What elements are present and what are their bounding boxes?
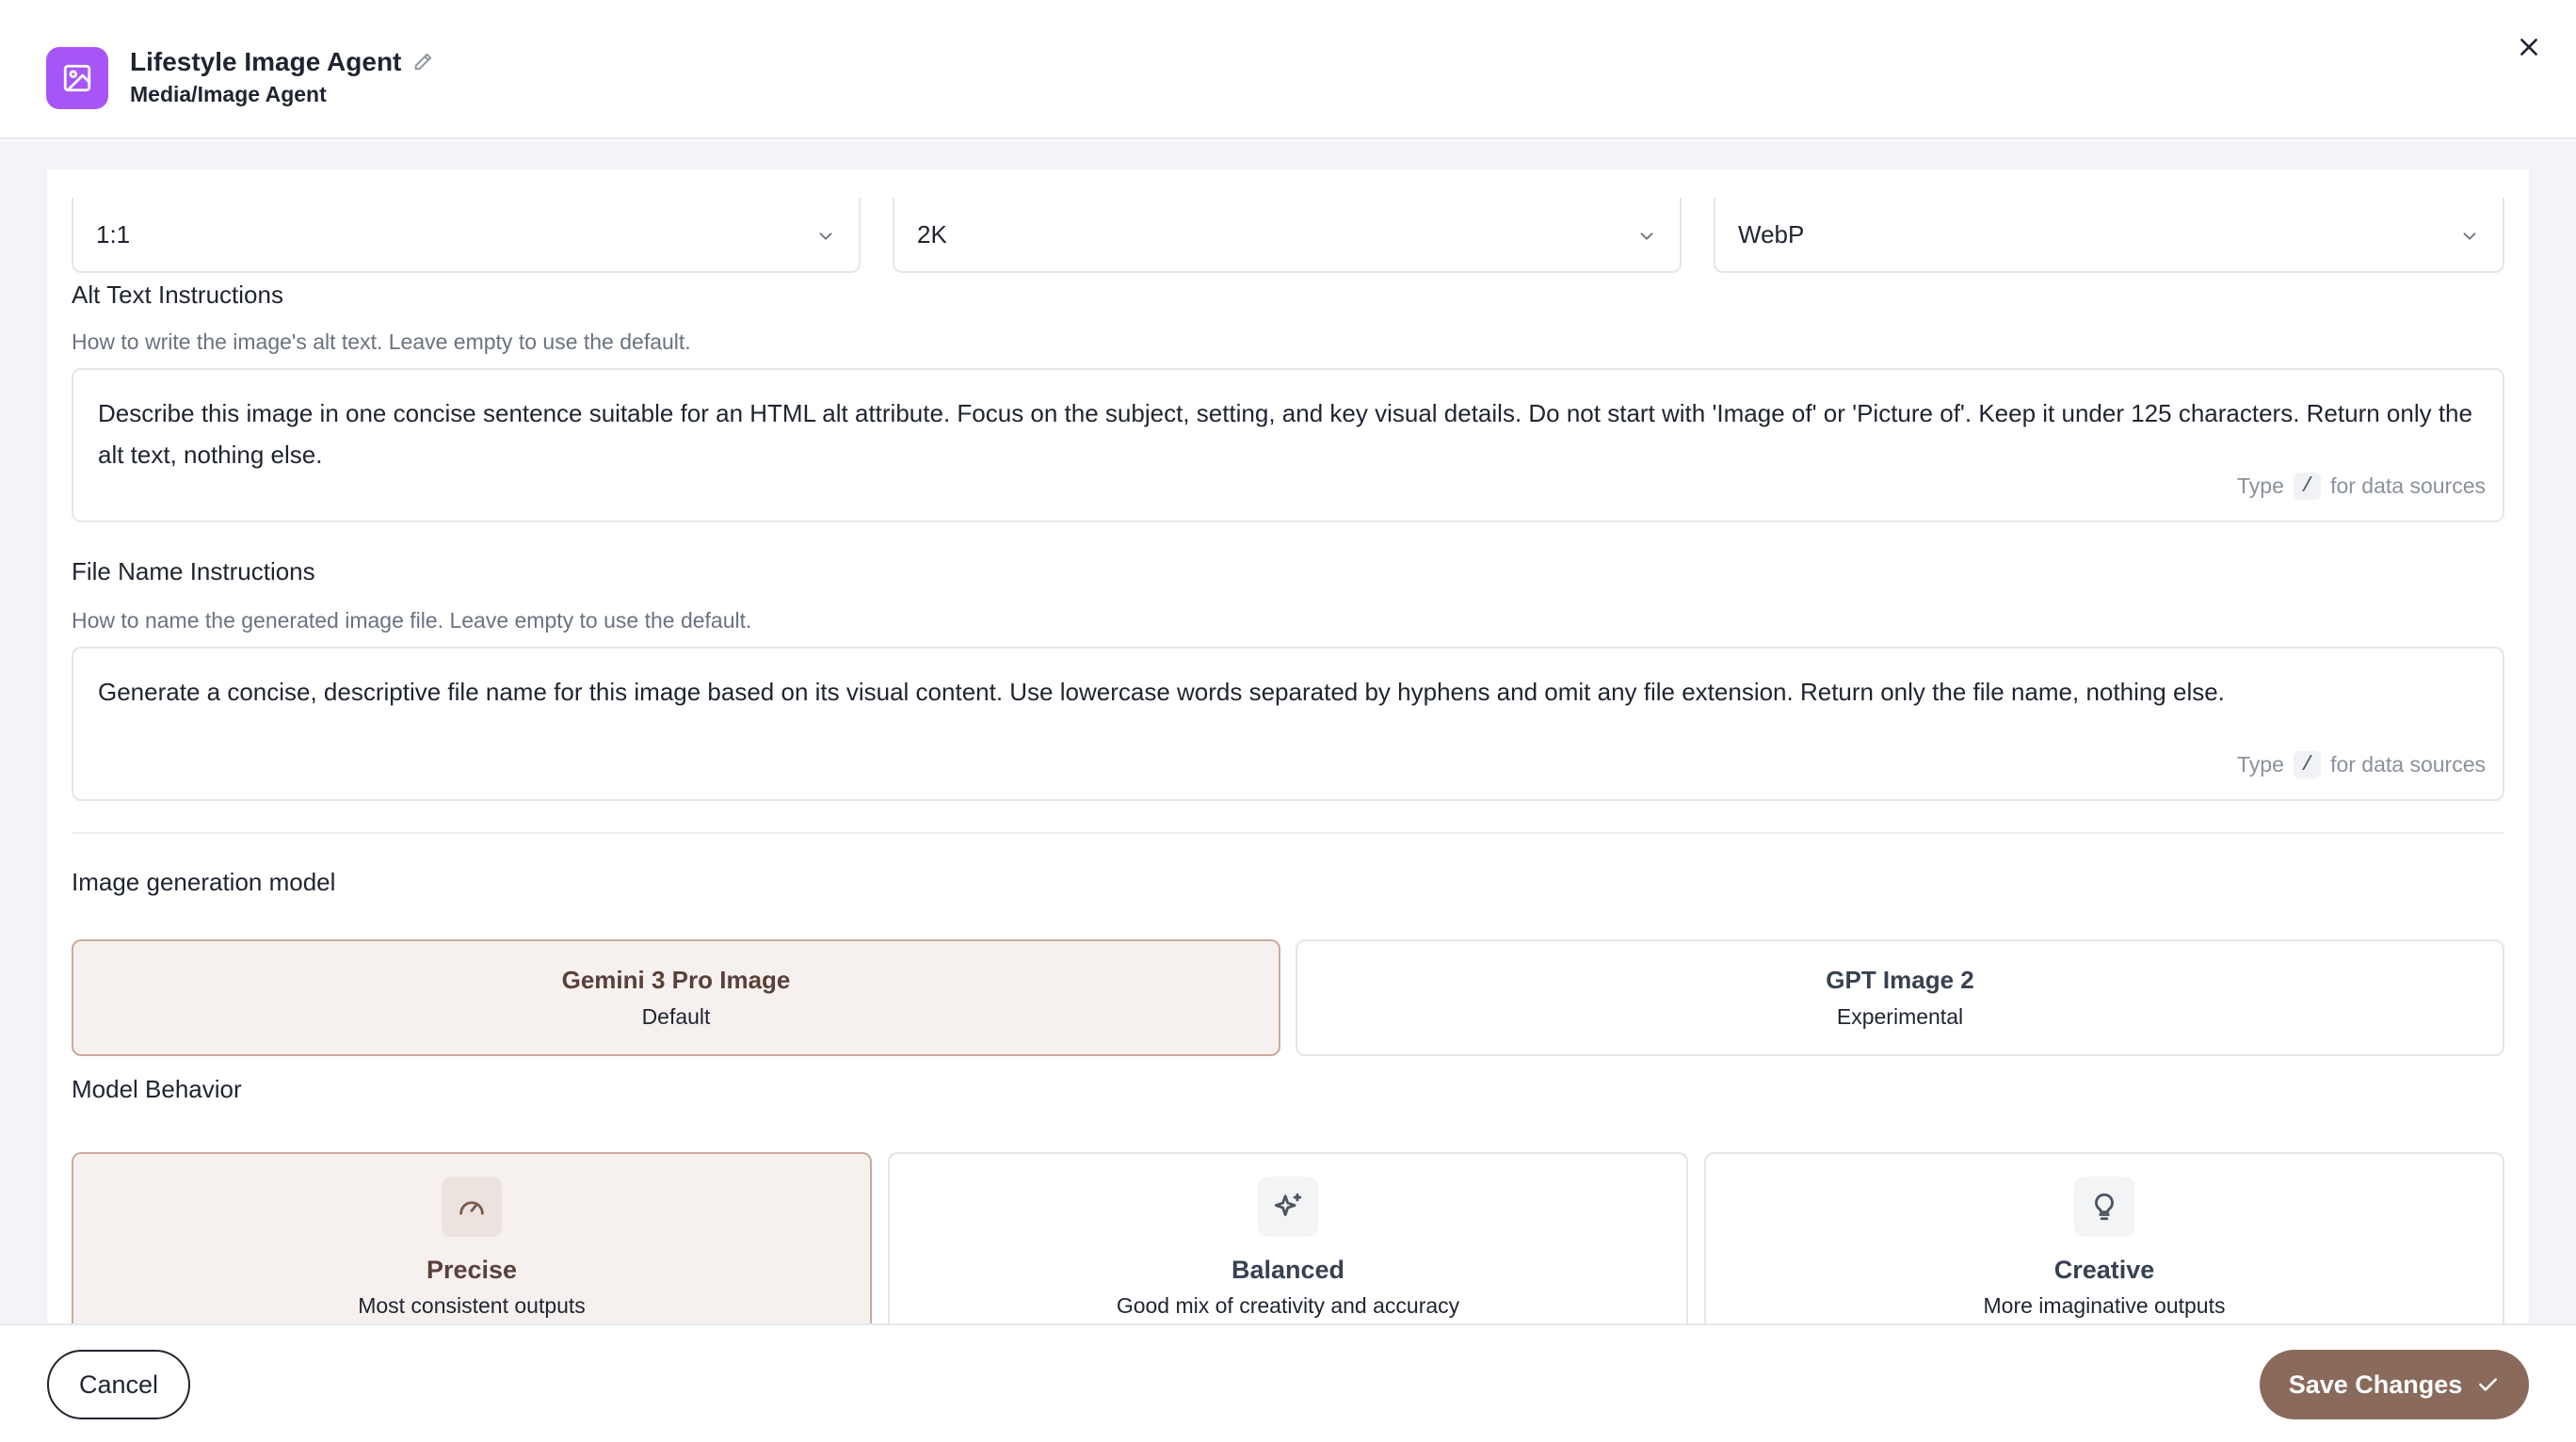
model-label: Image generation model [72,868,336,896]
check-icon [2475,1372,2500,1397]
behavior-option-sub: More imaginative outputs [1983,1293,2226,1318]
dialog-footer: Cancel Save Changes [0,1323,2576,1442]
behavior-option-name: Creative [2053,1256,2155,1284]
behavior-option-sub: Most consistent outputs [358,1293,586,1318]
dialog-header: Lifestyle Image Agent Media/Image Agent [0,0,2576,139]
model-option-sub: Default [641,1004,711,1029]
alt-text-value: Describe this image in one concise sente… [98,399,2472,469]
agent-type: Media/Image Agent [130,82,327,106]
alt-text-label: Alt Text Instructions [72,280,283,309]
resolution-value: 2K [917,219,947,248]
section-divider [72,832,2504,834]
save-changes-label: Save Changes [2288,1370,2463,1399]
behavior-option-sub: Good mix of creativity and accuracy [1116,1293,1460,1318]
close-icon[interactable] [2512,30,2546,64]
resolution-select[interactable]: 2K [893,198,1682,273]
slash-key: / [2293,473,2322,500]
data-sources-suffix: for data sources [2330,473,2486,498]
data-sources-type: Type [2237,473,2284,498]
agent-title: Lifestyle Image Agent [130,47,433,77]
sparkles-icon [1258,1177,1318,1237]
save-changes-button[interactable]: Save Changes [2260,1350,2529,1419]
slash-key: / [2293,751,2322,778]
model-option-gemini[interactable]: Gemini 3 Pro Image Default [72,939,1280,1056]
cancel-button[interactable]: Cancel [47,1350,190,1419]
behavior-option-balanced[interactable]: Balanced Good mix of creativity and accu… [888,1152,1688,1325]
aspect-ratio-select[interactable]: 1:1 [72,198,861,273]
format-value: WebP [1738,219,1805,248]
data-sources-type: Type [2237,752,2284,777]
data-sources-hint: Type / for data sources [2237,751,2486,778]
behavior-option-precise[interactable]: Precise Most consistent outputs [72,1152,872,1325]
lightbulb-icon [2074,1177,2134,1237]
alt-text-input[interactable]: Describe this image in one concise sente… [72,368,2504,522]
chevron-down-icon [2459,224,2480,253]
model-option-gpt[interactable]: GPT Image 2 Experimental [1296,939,2504,1056]
behavior-option-name: Precise [426,1256,518,1284]
aspect-ratio-value: 1:1 [96,219,131,248]
dialog-body[interactable]: 1:1 2K WebP Alt Text Instructions How to… [0,141,2576,1325]
file-name-input[interactable]: Generate a concise, descriptive file nam… [72,647,2504,801]
chevron-down-icon [1636,224,1657,253]
gauge-icon [442,1177,502,1237]
behavior-label: Model Behavior [72,1075,242,1103]
behavior-option-creative[interactable]: Creative More imaginative outputs [1704,1152,2504,1325]
file-name-label: File Name Instructions [72,557,315,585]
settings-panel: 1:1 2K WebP Alt Text Instructions How to… [47,169,2529,1325]
data-sources-hint: Type / for data sources [2237,473,2486,500]
edit-pencil-icon[interactable] [412,52,433,72]
model-option-name: GPT Image 2 [1826,966,1974,994]
file-name-value: Generate a concise, descriptive file nam… [98,678,2225,706]
file-name-hint: How to name the generated image file. Le… [72,608,752,633]
chevron-down-icon [815,224,836,253]
behavior-option-name: Balanced [1231,1256,1345,1284]
model-option-sub: Experimental [1836,1004,1964,1029]
alt-text-hint: How to write the image's alt text. Leave… [72,329,691,354]
format-select[interactable]: WebP [1714,198,2504,273]
agent-title-text: Lifestyle Image Agent [130,47,402,76]
image-icon [46,47,108,109]
model-option-name: Gemini 3 Pro Image [561,966,791,994]
data-sources-suffix: for data sources [2330,752,2486,777]
